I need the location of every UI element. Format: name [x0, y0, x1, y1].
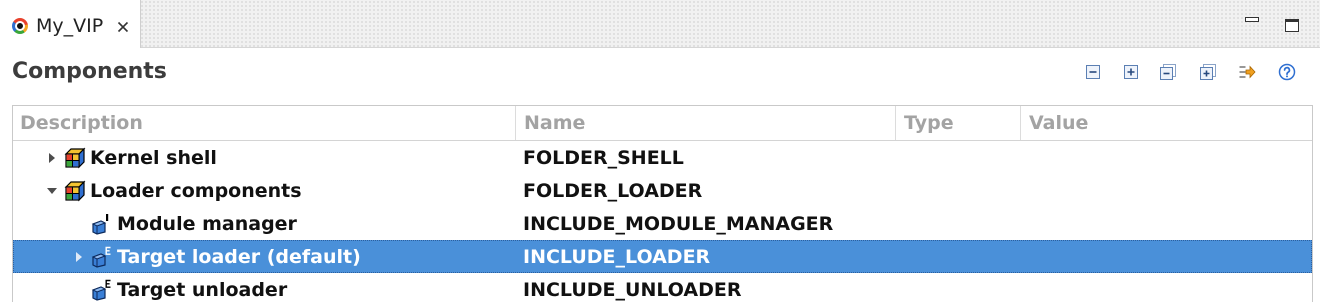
- expand-button[interactable]: [1120, 61, 1142, 83]
- column-header-description[interactable]: Description: [13, 106, 515, 140]
- close-icon[interactable]: [115, 19, 131, 35]
- section-title: Components: [12, 59, 167, 84]
- tree-row-module-manager[interactable]: Module manager INCLUDE_MODULE_MANAGER: [13, 207, 1312, 240]
- component-icon: [89, 213, 113, 235]
- description-cell: Target unloader: [13, 279, 515, 301]
- row-name: INCLUDE_UNLOADER: [523, 279, 742, 301]
- row-name: INCLUDE_LOADER: [523, 245, 711, 268]
- vip-project-icon: [12, 18, 28, 34]
- components-tree-table: Description Name Type Value Kernel shell…: [12, 105, 1313, 302]
- description-cell: Target loader (default): [13, 246, 515, 268]
- collapse-icon: [1086, 65, 1100, 79]
- tree-row-kernel-shell[interactable]: Kernel shell FOLDER_SHELL: [13, 141, 1312, 174]
- row-description: Kernel shell: [90, 146, 217, 169]
- row-name: INCLUDE_MODULE_MANAGER: [523, 212, 834, 235]
- help-button[interactable]: [1276, 61, 1298, 83]
- row-description: Target loader (default): [117, 245, 361, 268]
- filter-icon: [1239, 65, 1256, 79]
- expand-all-button[interactable]: [1197, 61, 1219, 83]
- editor-tab-bar: My_VIP: [0, 0, 1320, 48]
- folder-icon: [62, 180, 86, 202]
- filter-button[interactable]: [1236, 61, 1258, 83]
- maximize-icon[interactable]: [1285, 19, 1299, 32]
- component-e-icon: [89, 279, 113, 301]
- column-header-type[interactable]: Type: [895, 106, 1020, 140]
- description-cell: Module manager: [13, 213, 515, 235]
- collapse-button[interactable]: [1082, 61, 1104, 83]
- table-header: Description Name Type Value: [13, 106, 1312, 141]
- row-description: Loader components: [90, 179, 302, 202]
- tree-row-target-unloader[interactable]: Target unloader INCLUDE_UNLOADER: [13, 273, 1312, 302]
- description-cell: Kernel shell: [13, 147, 515, 169]
- collapse-arrow-icon[interactable]: [44, 183, 60, 199]
- row-name: FOLDER_SHELL: [523, 146, 684, 169]
- help-icon: [1278, 63, 1296, 81]
- row-description: Target unloader: [117, 279, 288, 301]
- component-e-icon: [89, 246, 113, 268]
- tree-row-target-loader[interactable]: Target loader (default) INCLUDE_LOADER: [13, 240, 1312, 273]
- tree-row-loader-components[interactable]: Loader components FOLDER_LOADER: [13, 174, 1312, 207]
- column-header-value[interactable]: Value: [1020, 106, 1312, 140]
- expand-icon: [1124, 65, 1138, 79]
- folder-icon: [62, 147, 86, 169]
- expand-arrow-icon[interactable]: [44, 150, 60, 166]
- editor-tab-label: My_VIP: [36, 15, 104, 37]
- collapse-all-button[interactable]: [1157, 61, 1179, 83]
- minimize-icon[interactable]: [1245, 17, 1259, 22]
- row-name: FOLDER_LOADER: [523, 179, 703, 202]
- collapse-all-icon: [1160, 64, 1176, 80]
- expand-all-icon: [1200, 64, 1216, 80]
- arrow-placeholder: [71, 282, 87, 298]
- expand-arrow-icon[interactable]: [71, 249, 87, 265]
- editor-tab-my-vip[interactable]: My_VIP: [0, 0, 141, 48]
- column-header-name[interactable]: Name: [515, 106, 895, 140]
- arrow-placeholder: [71, 216, 87, 232]
- row-description: Module manager: [117, 212, 297, 235]
- description-cell: Loader components: [13, 180, 515, 202]
- components-toolbar: [1082, 61, 1298, 83]
